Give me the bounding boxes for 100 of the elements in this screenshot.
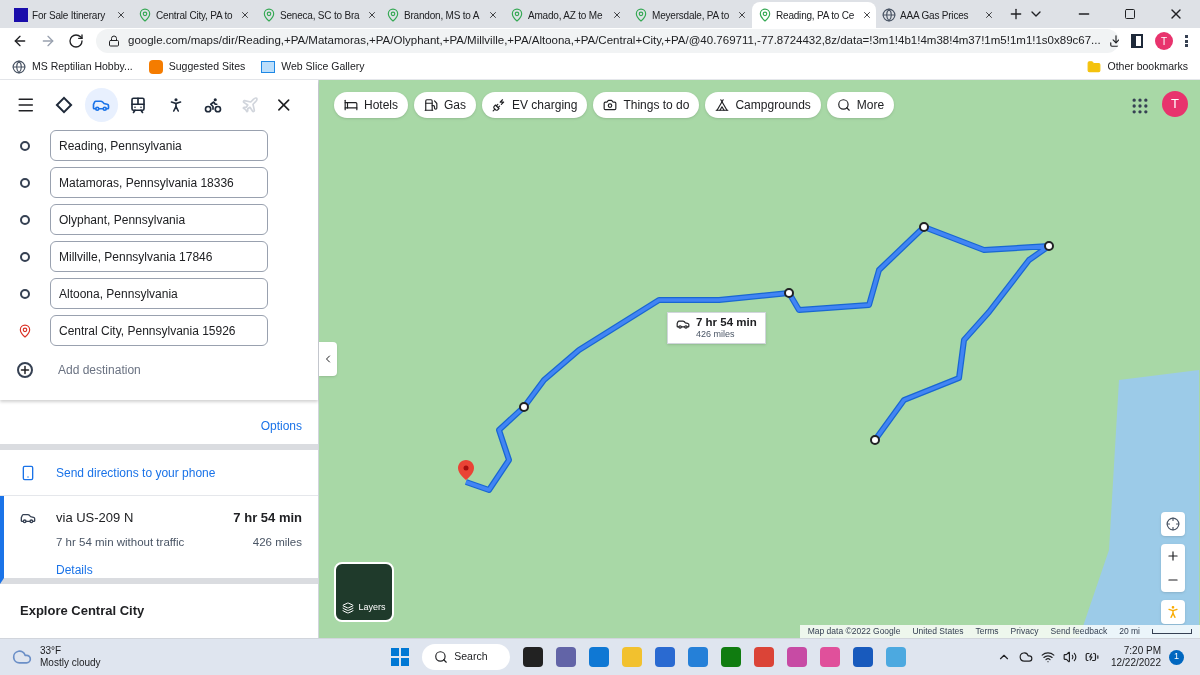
bookmark-icon xyxy=(148,59,163,74)
options-link[interactable]: Options xyxy=(260,417,302,435)
waypoint-marker[interactable] xyxy=(870,435,880,445)
destination-pin[interactable] xyxy=(458,460,474,480)
gallery-icon xyxy=(261,60,276,73)
maximize-icon[interactable] xyxy=(1124,8,1136,20)
map-pin-icon xyxy=(758,8,772,22)
close-icon[interactable] xyxy=(240,10,251,20)
map-pin-icon xyxy=(510,8,524,22)
reload-icon[interactable] xyxy=(68,33,84,49)
clock-date[interactable]: 12/22/2022 xyxy=(1110,657,1161,670)
route-label-time: 7 hr 54 min xyxy=(696,315,757,330)
tab-title: Seneca, SC to Bra xyxy=(280,8,360,23)
close-icon[interactable] xyxy=(367,10,378,20)
car-mode-button[interactable] xyxy=(84,88,118,122)
other-bookmarks[interactable]: Other bookmarks xyxy=(1087,58,1188,75)
route-label-distance: 426 miles xyxy=(696,329,736,341)
tab-title: For Sale Itinerary xyxy=(32,8,106,23)
map-footer-link[interactable]: Send feedback xyxy=(1050,625,1108,638)
new-tab-icon[interactable] xyxy=(1008,6,1024,22)
map-background[interactable]: Hotels Gas EV charging Things to do Campgrounds More T 7 hr 54 min 426 miles Layers Map data ©2022 Google United States Terms Privacy Send feedback 20 mi xyxy=(319,80,1200,638)
layers-icon xyxy=(342,602,355,614)
close-icon[interactable] xyxy=(612,10,622,20)
weather-condition: Mostly cloudy xyxy=(40,657,101,670)
scale-bar xyxy=(1152,629,1192,634)
tab-title: Brandon, MS to A xyxy=(404,8,480,23)
location-field[interactable]: Matamoras, Pennsylvania 18336 xyxy=(50,167,268,198)
crosshair-icon xyxy=(1166,517,1180,531)
close-icon[interactable] xyxy=(116,10,126,20)
send-to-phone-link[interactable]: Send directions to your phone xyxy=(56,463,216,482)
close-icon[interactable] xyxy=(984,10,994,20)
close-icon[interactable] xyxy=(737,10,747,20)
search-icon xyxy=(836,98,851,112)
close-icon[interactable] xyxy=(488,10,498,20)
location-field[interactable]: Altoona, Pennsylvania xyxy=(50,278,268,309)
location-field[interactable]: Central City, Pennsylvania 15926 xyxy=(50,315,268,346)
transit-icon xyxy=(129,96,148,114)
menu-icon[interactable] xyxy=(16,95,36,115)
map-pin-icon xyxy=(634,8,648,22)
tab-title: Reading, PA to Ce xyxy=(776,8,855,23)
download-icon[interactable] xyxy=(1108,34,1119,48)
bike-icon xyxy=(203,96,222,114)
route-time: 7 hr 54 min xyxy=(233,509,302,527)
profile-avatar[interactable]: T xyxy=(1155,32,1173,50)
close-icon[interactable] xyxy=(862,10,873,20)
volume-icon[interactable] xyxy=(1062,650,1077,664)
notification-badge[interactable]: 1 xyxy=(1169,649,1184,665)
route-time-label[interactable]: 7 hr 54 min 426 miles xyxy=(667,312,766,344)
category-chip[interactable]: EV charging xyxy=(482,92,588,118)
map-footer-link: Map data ©2022 Google xyxy=(807,625,901,638)
waypoint-marker[interactable] xyxy=(519,402,529,412)
waypoint-marker[interactable] xyxy=(1044,241,1054,251)
tab-title: Central City, PA to xyxy=(156,8,233,23)
location-field[interactable]: Reading, Pennsylvania xyxy=(50,130,268,161)
waypoint-marker[interactable] xyxy=(919,222,929,232)
taskbar-app-icon[interactable] xyxy=(523,647,544,667)
clock-time[interactable]: 7:20 PM xyxy=(1123,644,1161,657)
browser-tab[interactable]: Reading, PA to Ce xyxy=(752,2,876,28)
bookmark-link[interactable]: Web Slice Gallery xyxy=(261,58,365,75)
plus-icon xyxy=(1166,549,1180,563)
location-field[interactable]: Olyphant, Pennsylvania xyxy=(50,204,268,235)
side-panel-icon[interactable] xyxy=(1131,34,1143,48)
map-pin-icon xyxy=(386,8,400,22)
temperature-text: 33°F xyxy=(40,644,63,657)
weather-icon[interactable] xyxy=(12,647,32,667)
url-text: google.com/maps/dir/Reading,+PA/Matamoras,+PA/Olyphant,+PA/Millville,+PA/Altoona,+PA/Central+City,+PA/@40.769711,-77.8724432,8z/data=!3m1!4b1!4m38!4m37!1m5!1m1!1s0x89c67... xyxy=(128,33,1101,49)
apps-grid-icon[interactable] xyxy=(1130,96,1150,116)
more-icon[interactable] xyxy=(1185,35,1188,47)
start-icon[interactable] xyxy=(391,648,410,666)
back-icon[interactable] xyxy=(12,33,28,49)
taskbar-search[interactable]: Search xyxy=(422,644,511,670)
add-destination-field[interactable]: Add destination xyxy=(50,361,268,379)
my-location-button[interactable] xyxy=(1161,512,1185,536)
battery-icon[interactable] xyxy=(1084,650,1099,664)
layers-button[interactable]: Layers xyxy=(334,562,394,622)
ev-icon xyxy=(492,98,507,112)
tab-title: Amado, AZ to Me xyxy=(528,8,603,23)
bed-icon xyxy=(344,98,358,112)
category-chip[interactable]: Gas xyxy=(414,92,477,118)
category-chip[interactable]: Hotels xyxy=(334,92,408,118)
map-footer-link[interactable]: United States xyxy=(912,625,964,638)
bookmark-link[interactable]: Suggested Sites xyxy=(148,58,246,75)
network-icon[interactable] xyxy=(1040,650,1055,664)
tent-icon xyxy=(715,98,730,112)
bookmark-link[interactable]: MS Reptilian Hobby... xyxy=(12,58,133,75)
flight-icon xyxy=(240,96,259,114)
category-chip[interactable]: Things to do xyxy=(593,92,700,118)
category-chip[interactable]: More xyxy=(826,92,895,118)
profile-avatar[interactable]: T xyxy=(1162,91,1188,117)
document-icon xyxy=(14,8,28,22)
cloud-icon[interactable] xyxy=(1018,650,1033,664)
waypoint-marker[interactable] xyxy=(784,288,794,298)
location-field[interactable]: Millville, Pennsylvania 17846 xyxy=(50,241,268,272)
details-link[interactable]: Details xyxy=(56,560,302,579)
map-footer-link[interactable]: Terms xyxy=(975,625,999,638)
explore-heading: Explore Central City xyxy=(20,602,145,621)
category-chip[interactable]: Campgrounds xyxy=(705,92,821,118)
map-footer-link[interactable]: Privacy xyxy=(1010,625,1039,638)
address-bar[interactable]: google.com/maps/dir/Reading,+PA/Matamoras,+PA/Olyphant,+PA/Millville,+PA/Altoona,+PA/Central+City,+PA/@40.769711,-77.8724432,8z/data=!3m1!4b1!4m38!4m37!1m5!1m1!1s0x89c67... xyxy=(96,29,1119,53)
map-pin-icon xyxy=(138,8,152,22)
